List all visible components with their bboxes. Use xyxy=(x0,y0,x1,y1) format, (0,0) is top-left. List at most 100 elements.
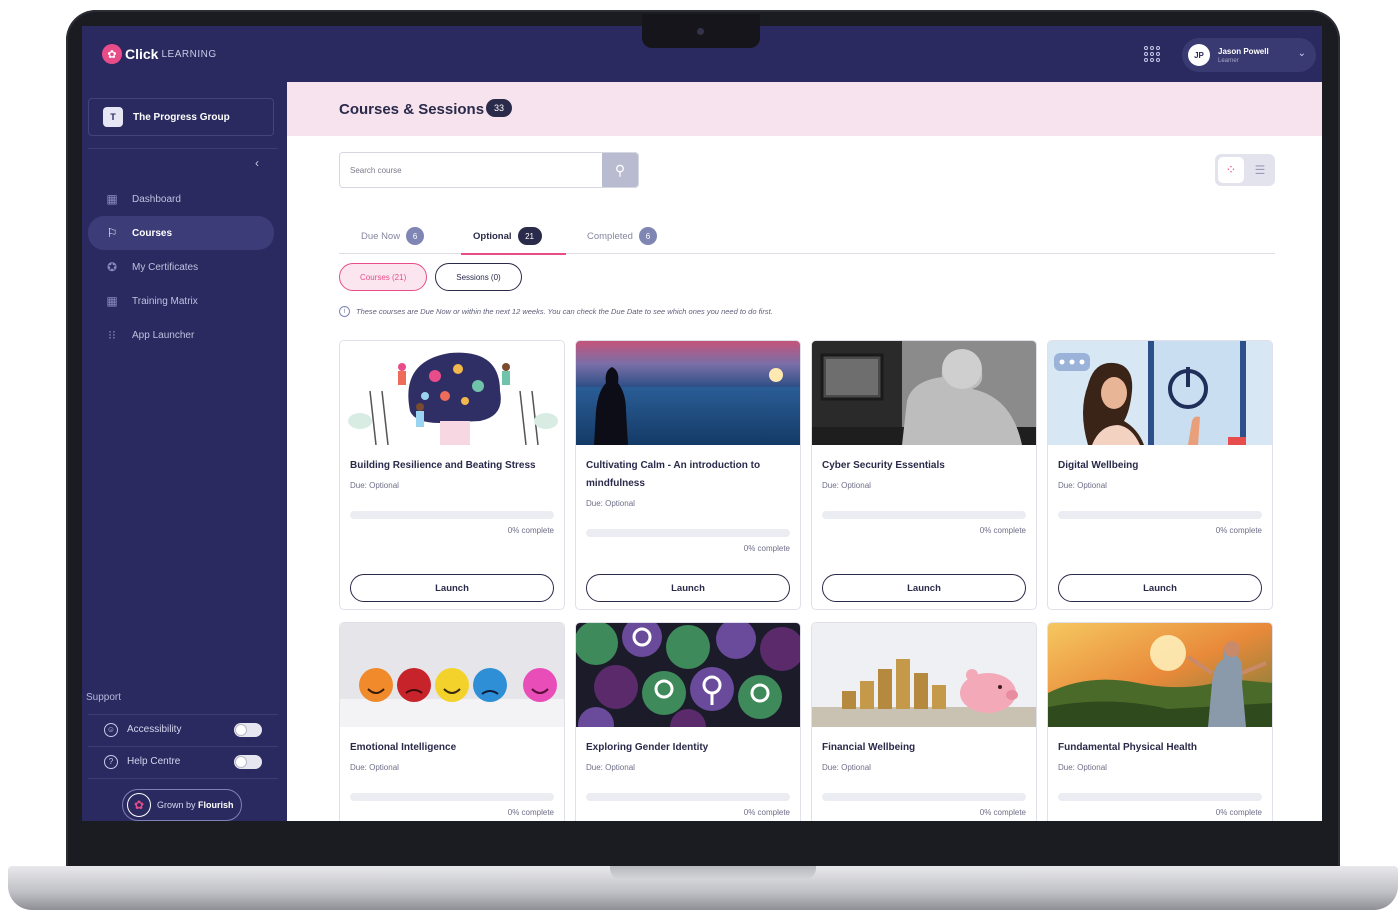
tab-label: Completed xyxy=(587,230,633,242)
user-name: Jason Powell xyxy=(1218,46,1269,56)
sidebar-item-label: Dashboard xyxy=(132,193,181,205)
accessibility-icon: ☺ xyxy=(104,722,118,737)
sidebar-nav: ▦ Dashboard ⚐ Courses ✪ My Certificates … xyxy=(88,182,274,352)
course-title: Emotional Intelligence xyxy=(350,742,457,753)
click-logo-icon: ✿ xyxy=(102,44,122,64)
course-card[interactable]: Digital Wellbeing Due: Optional 0% compl… xyxy=(1047,340,1273,610)
sidebar-item-dashboard[interactable]: ▦ Dashboard xyxy=(88,182,274,216)
tab-count-badge: 6 xyxy=(638,227,657,245)
matrix-icon: ▦ xyxy=(106,294,118,308)
app-logo[interactable]: ✿ Click LEARNING xyxy=(102,44,217,64)
course-title: Financial Wellbeing xyxy=(822,742,916,753)
tab-due-now[interactable]: Due Now 6 xyxy=(361,218,425,254)
course-due: Due: Optional xyxy=(1058,481,1107,490)
grown-by-flourish-link[interactable]: ✿ Grown by Flourish xyxy=(122,789,242,821)
launch-button[interactable]: Launch xyxy=(1058,574,1262,602)
course-image-cyber-security xyxy=(812,341,1036,445)
help-centre-label: Help Centre xyxy=(127,756,181,767)
avatar: JP xyxy=(1188,44,1210,66)
sidebar-item-label: App Launcher xyxy=(132,329,195,341)
course-image-resilience xyxy=(340,341,564,445)
info-icon: i xyxy=(339,306,350,317)
flourish-logo-icon: ✿ xyxy=(127,793,151,817)
collapse-sidebar-icon[interactable]: ‹ xyxy=(255,156,259,170)
progress-text: 0% complete xyxy=(979,526,1026,535)
user-role: Learner xyxy=(1218,57,1239,64)
course-due: Due: Optional xyxy=(586,499,635,508)
sidebar-divider xyxy=(88,148,278,149)
sidebar-item-certificates[interactable]: ✪ My Certificates xyxy=(88,250,274,284)
course-card[interactable]: Cultivating Calm - An introduction to mi… xyxy=(575,340,801,610)
launch-button[interactable]: Launch xyxy=(822,574,1026,602)
flourish-text: Grown by Flourish xyxy=(157,800,234,810)
app-screen: ✿ Click LEARNING JP Jason Powell Learner… xyxy=(82,26,1322,821)
course-title: Fundamental Physical Health xyxy=(1058,742,1197,753)
course-title: Digital Wellbeing xyxy=(1058,460,1139,471)
tab-optional[interactable]: Optional 21 xyxy=(461,218,566,255)
course-tabs: Due Now 6 Optional 21 Completed 6 xyxy=(339,218,1275,255)
course-card[interactable]: Emotional Intelligence Due: Optional 0% … xyxy=(339,622,565,821)
sidebar-item-courses[interactable]: ⚐ Courses xyxy=(88,216,274,250)
course-title: Cultivating Calm - An introduction to mi… xyxy=(586,460,761,489)
search-bar: ⚲ xyxy=(339,152,639,188)
course-image-emotional-intelligence xyxy=(340,623,564,727)
org-switcher[interactable]: T The Progress Group xyxy=(88,98,274,136)
logo-text-light: LEARNING xyxy=(161,48,217,60)
progress-bar xyxy=(350,511,554,519)
user-menu[interactable]: JP Jason Powell Learner ⌄ xyxy=(1182,38,1316,72)
filter-sessions[interactable]: Sessions (0) xyxy=(435,263,522,291)
accessibility-toggle[interactable] xyxy=(234,723,262,737)
progress-bar xyxy=(1058,793,1262,801)
apps-grid-icon[interactable] xyxy=(1144,46,1160,62)
tab-label: Due Now xyxy=(361,230,401,242)
course-image-digital-wellbeing xyxy=(1048,341,1272,445)
search-button[interactable]: ⚲ xyxy=(602,153,638,187)
progress-bar xyxy=(350,793,554,801)
launch-button[interactable]: Launch xyxy=(586,574,790,602)
grid-view-icon[interactable]: ⁘ xyxy=(1218,157,1244,183)
graduation-cap-icon: ⚐ xyxy=(106,226,118,240)
progress-bar xyxy=(822,511,1026,519)
course-image-financial-wellbeing xyxy=(812,623,1036,727)
sidebar-item-app-launcher[interactable]: ⁝⁝ App Launcher xyxy=(88,318,274,352)
launch-button[interactable]: Launch xyxy=(350,574,554,602)
course-due: Due: Optional xyxy=(350,763,399,772)
sidebar-item-label: Courses xyxy=(132,227,173,239)
course-card[interactable]: Financial Wellbeing Due: Optional 0% com… xyxy=(811,622,1037,821)
sidebar-item-training-matrix[interactable]: ▦ Training Matrix xyxy=(88,284,274,318)
course-due: Due: Optional xyxy=(822,481,871,490)
view-toggle: ⁘ ☰ xyxy=(1215,154,1275,186)
course-title: Cyber Security Essentials xyxy=(822,460,945,471)
list-view-icon[interactable]: ☰ xyxy=(1247,157,1273,183)
camera-notch xyxy=(642,14,760,48)
progress-bar xyxy=(586,793,790,801)
course-title: Exploring Gender Identity xyxy=(586,742,709,753)
progress-text: 0% complete xyxy=(743,808,790,817)
chevron-down-icon: ⌄ xyxy=(1297,48,1306,59)
dashboard-icon: ▦ xyxy=(106,192,118,206)
accessibility-item: ☺ Accessibility xyxy=(88,714,278,744)
progress-text: 0% complete xyxy=(507,808,554,817)
tab-label: Optional xyxy=(473,230,512,242)
laptop-base xyxy=(8,866,1398,910)
app-launcher-icon: ⁝⁝ xyxy=(108,328,116,342)
tab-count-badge: 6 xyxy=(406,227,425,245)
certificate-icon: ✪ xyxy=(106,260,118,274)
page-header: Courses & Sessions 33 xyxy=(287,82,1322,136)
search-input[interactable] xyxy=(340,153,604,187)
course-card[interactable]: Exploring Gender Identity Due: Optional … xyxy=(575,622,801,821)
course-due: Due: Optional xyxy=(1058,763,1107,772)
help-centre-toggle[interactable] xyxy=(234,755,262,769)
help-centre-item: ? Help Centre xyxy=(88,746,278,776)
course-card[interactable]: Fundamental Physical Health Due: Optiona… xyxy=(1047,622,1273,821)
course-card[interactable]: Building Resilience and Beating Stress D… xyxy=(339,340,565,610)
tab-completed[interactable]: Completed 6 xyxy=(587,218,657,254)
laptop-groove xyxy=(610,866,816,880)
progress-text: 0% complete xyxy=(979,808,1026,817)
info-text: These courses are Due Now or within the … xyxy=(356,307,773,316)
total-count-badge: 33 xyxy=(486,99,512,117)
course-card[interactable]: Cyber Security Essentials Due: Optional … xyxy=(811,340,1037,610)
logo-text-bold: Click xyxy=(125,46,159,62)
filter-courses[interactable]: Courses (21) xyxy=(339,263,428,291)
tab-count-badge: 21 xyxy=(517,227,542,245)
